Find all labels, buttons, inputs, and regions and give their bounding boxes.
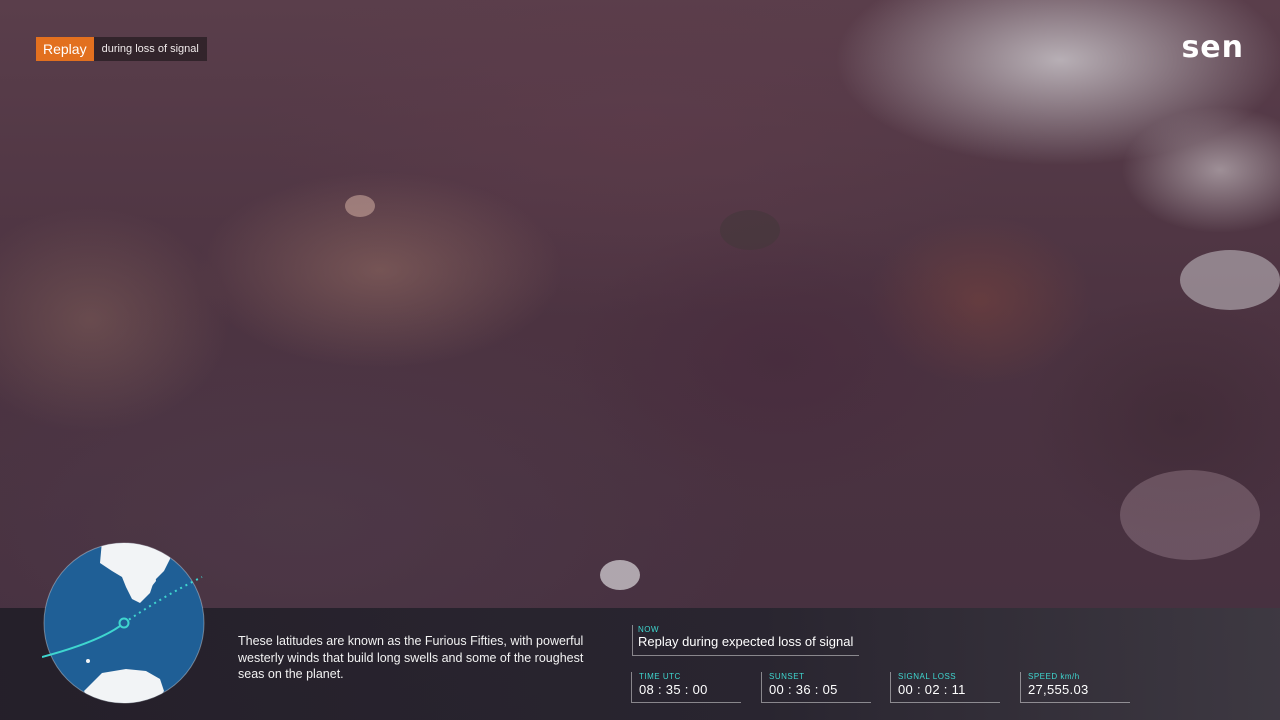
stat-sunset: SUNSET 00 : 36 : 05 bbox=[761, 672, 871, 703]
stat-value: 08 : 35 : 00 bbox=[639, 682, 708, 697]
terrain-patch bbox=[600, 560, 640, 590]
satellite-position-marker bbox=[118, 617, 130, 629]
replay-note: during loss of signal bbox=[93, 37, 207, 61]
stat-label: TIME UTC bbox=[639, 672, 681, 681]
terrain-patch bbox=[345, 195, 375, 217]
caption-text: These latitudes are known as the Furious… bbox=[238, 634, 584, 681]
stat-label: SUNSET bbox=[769, 672, 805, 681]
stat-signal-loss: SIGNAL LOSS 00 : 02 : 11 bbox=[890, 672, 1000, 703]
terrain-patch bbox=[1120, 470, 1260, 560]
stat-value: 00 : 02 : 11 bbox=[898, 682, 966, 697]
stat-time-utc: TIME UTC 08 : 35 : 00 bbox=[631, 672, 741, 703]
stat-value: 27,555.03 bbox=[1028, 682, 1089, 697]
stat-label: SIGNAL LOSS bbox=[898, 672, 957, 681]
now-label: NOW bbox=[638, 625, 660, 634]
replay-label: Replay bbox=[36, 37, 94, 61]
stat-label: SPEED km/h bbox=[1028, 672, 1080, 681]
terrain-patch bbox=[1180, 250, 1280, 310]
now-panel: NOW Replay during expected loss of signa… bbox=[632, 625, 860, 656]
sen-logo: sen bbox=[1181, 30, 1244, 65]
stat-value: 00 : 36 : 05 bbox=[769, 682, 838, 697]
terrain-patch bbox=[720, 210, 780, 250]
globe-orbit-icon bbox=[42, 542, 205, 704]
replay-badge: Replay during loss of signal bbox=[36, 37, 207, 61]
stat-speed: SPEED km/h 27,555.03 bbox=[1020, 672, 1130, 703]
now-text: Replay during expected loss of signal bbox=[638, 634, 854, 649]
